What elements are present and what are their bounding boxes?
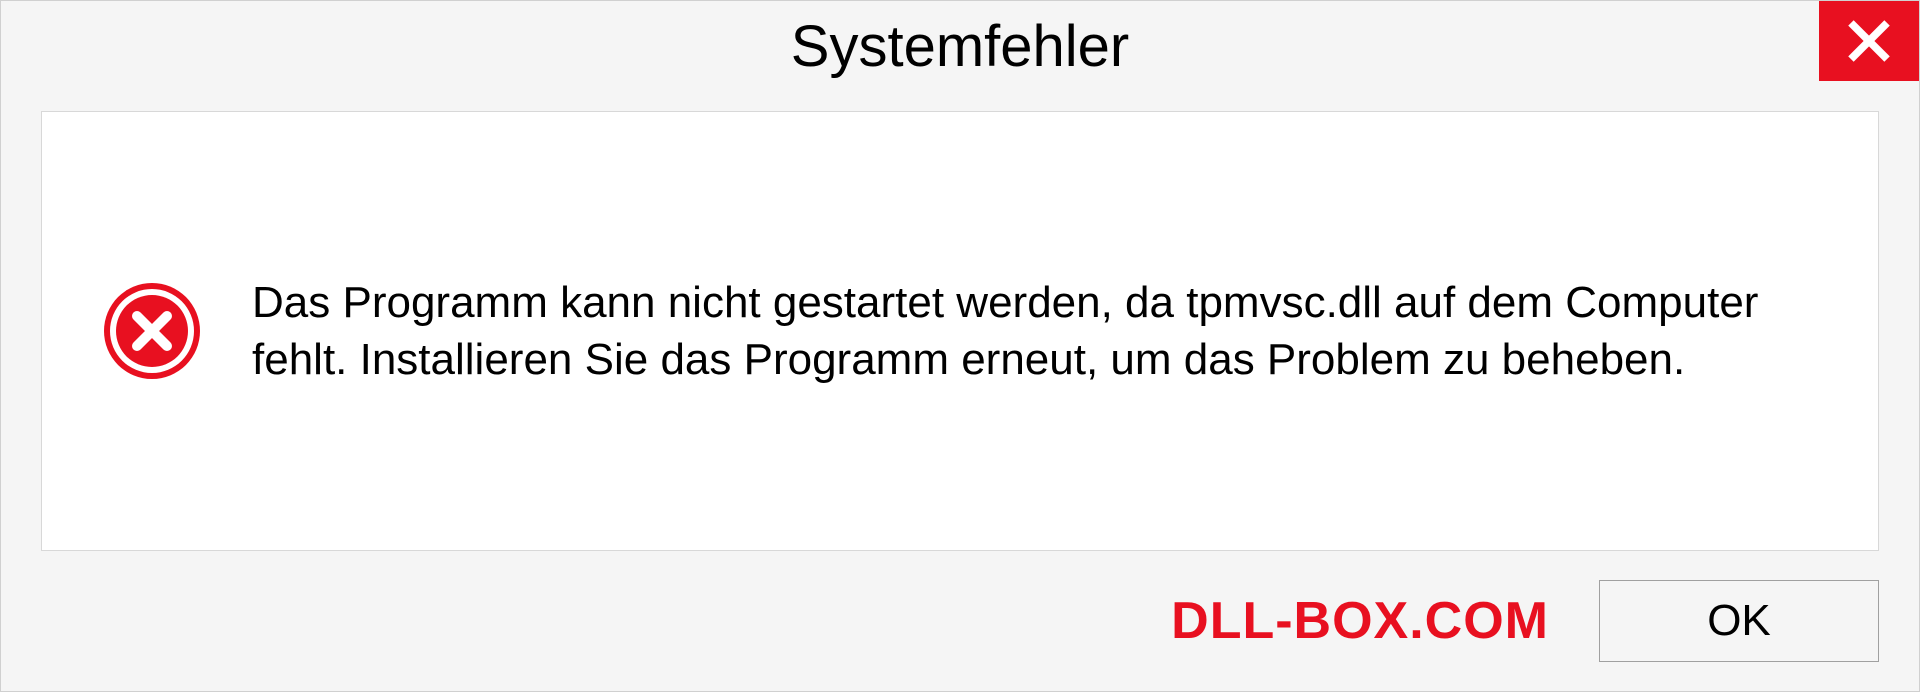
titlebar: Systemfehler <box>1 1 1919 91</box>
dialog-title: Systemfehler <box>791 13 1129 80</box>
watermark-text: DLL-BOX.COM <box>1171 591 1549 651</box>
error-message: Das Programm kann nicht gestartet werden… <box>252 274 1818 388</box>
close-button[interactable] <box>1819 1 1919 81</box>
close-icon <box>1846 18 1892 64</box>
footer: DLL-BOX.COM OK <box>1 571 1919 691</box>
error-icon <box>102 281 202 381</box>
error-dialog: Systemfehler Das Programm kann nicht ges… <box>0 0 1920 692</box>
ok-button[interactable]: OK <box>1599 580 1879 662</box>
content-area: Das Programm kann nicht gestartet werden… <box>41 111 1879 551</box>
